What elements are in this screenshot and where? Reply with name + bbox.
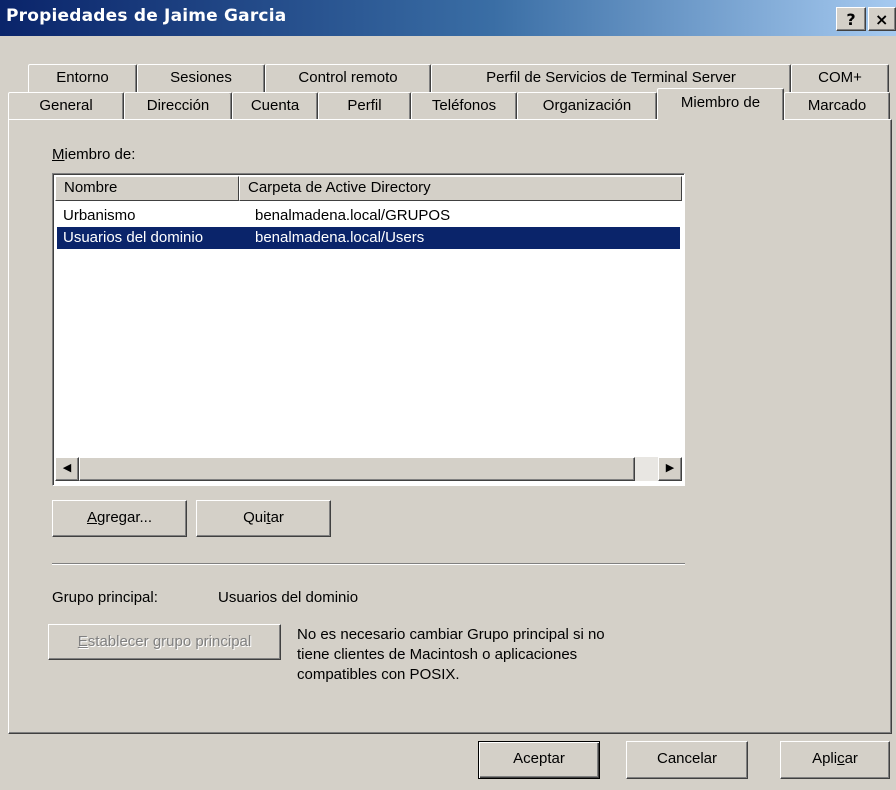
tab-control-remoto[interactable]: Control remoto xyxy=(265,64,431,92)
list-item[interactable]: Urbanismo benalmadena.local/GRUPOS xyxy=(57,205,680,227)
tab-entorno[interactable]: Entorno xyxy=(28,64,137,92)
set-primary-group-button[interactable]: Establecer grupo principal xyxy=(48,624,281,660)
row-name: Urbanismo xyxy=(63,207,136,224)
member-of-label: Miembro de: xyxy=(52,146,136,163)
note-line: No es necesario cambiar Grupo principal … xyxy=(297,626,605,643)
close-button[interactable]: × xyxy=(868,7,896,31)
add-button[interactable]: Agregar... xyxy=(52,500,187,537)
scrollbar-thumb[interactable] xyxy=(79,457,635,481)
ok-button[interactable]: Aceptar xyxy=(478,741,600,779)
horizontal-scrollbar[interactable]: ◀ ▶ xyxy=(55,457,682,481)
window-title: Propiedades de Jaime Garcia xyxy=(6,6,287,26)
column-header-carpeta[interactable]: Carpeta de Active Directory xyxy=(239,176,682,201)
scroll-left-icon[interactable]: ◀ xyxy=(55,457,79,481)
tab-direccion[interactable]: Dirección xyxy=(124,92,232,120)
tab-cuenta[interactable]: Cuenta xyxy=(232,92,318,120)
primary-group-value: Usuarios del dominio xyxy=(218,589,359,606)
remove-button[interactable]: Quitar xyxy=(196,500,331,537)
apply-button[interactable]: Aplicar xyxy=(780,741,890,779)
list-item-selected[interactable]: Usuarios del dominio benalmadena.local/U… xyxy=(57,227,680,249)
note-line: tiene clientes de Macintosh o aplicacion… xyxy=(297,646,578,663)
member-of-list[interactable]: Nombre Carpeta de Active Directory Urban… xyxy=(52,173,685,486)
title-bar[interactable]: Propiedades de Jaime Garcia ? × xyxy=(0,0,896,36)
tab-organizacion[interactable]: Organización xyxy=(517,92,657,120)
separator-highlight xyxy=(52,564,685,565)
tab-marcado[interactable]: Marcado xyxy=(784,92,890,120)
primary-group-label: Grupo principal: xyxy=(52,589,158,606)
primary-group-note: No es necesario cambiar Grupo principal … xyxy=(297,625,605,685)
scroll-right-icon[interactable]: ▶ xyxy=(658,457,682,481)
tab-telefonos[interactable]: Teléfonos xyxy=(411,92,517,120)
row-name: Usuarios del dominio xyxy=(63,229,204,246)
tab-general[interactable]: General xyxy=(8,92,124,120)
tab-miembro-de[interactable]: Miembro de xyxy=(657,88,784,120)
tab-sesiones[interactable]: Sesiones xyxy=(137,64,265,92)
row-folder: benalmadena.local/Users xyxy=(255,229,425,246)
tab-com-plus[interactable]: COM+ xyxy=(791,64,889,92)
help-button[interactable]: ? xyxy=(836,7,866,31)
cancel-button[interactable]: Cancelar xyxy=(626,741,748,779)
note-line: compatibles con POSIX. xyxy=(297,666,460,683)
row-folder: benalmadena.local/GRUPOS xyxy=(255,207,451,224)
column-header-nombre[interactable]: Nombre xyxy=(55,176,239,201)
tab-perfil[interactable]: Perfil xyxy=(318,92,411,120)
